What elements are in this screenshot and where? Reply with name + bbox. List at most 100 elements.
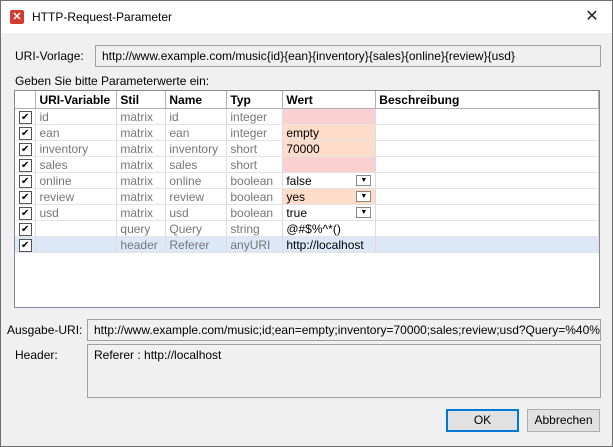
checkbox[interactable]: ✔ <box>18 174 32 188</box>
cell-style: matrix <box>116 140 167 157</box>
cell-description[interactable] <box>375 220 599 237</box>
value-text: false <box>286 173 312 188</box>
params-prompt: Geben Sie bitte Parameterwerte ein: <box>15 74 210 88</box>
header-row: URI-Variable Stil Name Typ Wert Beschrei… <box>15 91 599 109</box>
cell-uri-variable: sales <box>35 156 118 173</box>
dropdown-arrow-icon[interactable]: ▼ <box>356 207 372 218</box>
cell-uri-variable: inventory <box>35 140 118 157</box>
cell-name: sales <box>165 156 228 173</box>
cell-uri-variable: online <box>35 172 118 189</box>
cell-style: matrix <box>116 156 167 173</box>
cell-name: review <box>165 188 228 205</box>
cell-description[interactable] <box>375 108 599 125</box>
row-checkbox-cell[interactable]: ✔ <box>15 108 37 125</box>
col-header-check <box>15 91 37 109</box>
col-header-uri-variable[interactable]: URI-Variable <box>35 91 118 109</box>
table-row[interactable]: ✔ query Query string @#$%^*() <box>15 220 599 237</box>
parameter-grid[interactable]: URI-Variable Stil Name Typ Wert Beschrei… <box>14 90 600 308</box>
checkbox[interactable]: ✔ <box>18 222 32 236</box>
col-header-type[interactable]: Typ <box>226 91 284 109</box>
col-header-value[interactable]: Wert <box>282 91 377 109</box>
row-checkbox-cell[interactable]: ✔ <box>15 220 37 237</box>
table-row[interactable]: ✔ usd matrix usd boolean true ▼ <box>15 204 599 221</box>
cell-type: boolean <box>226 188 284 205</box>
cell-uri-variable: ean <box>35 124 118 141</box>
parameter-table: URI-Variable Stil Name Typ Wert Beschrei… <box>15 91 599 253</box>
table-row[interactable]: ✔ inventory matrix inventory short 70000 <box>15 140 599 157</box>
cell-type: anyURI <box>226 236 284 253</box>
cell-uri-variable: usd <box>35 204 118 221</box>
cell-description[interactable] <box>375 188 599 205</box>
cell-value[interactable]: 70000 <box>282 140 377 157</box>
cell-style: matrix <box>116 124 167 141</box>
table-row[interactable]: ✔ ean matrix ean integer empty <box>15 124 599 141</box>
checkbox[interactable]: ✔ <box>18 190 32 204</box>
cell-description[interactable] <box>375 204 599 221</box>
cell-style: matrix <box>116 204 167 221</box>
app-icon: ✕ <box>10 10 24 24</box>
header-label: Header: <box>15 348 58 362</box>
checkbox[interactable]: ✔ <box>18 126 32 140</box>
cell-description[interactable] <box>375 140 599 157</box>
row-checkbox-cell[interactable]: ✔ <box>15 236 37 253</box>
checkbox[interactable]: ✔ <box>18 142 32 156</box>
cell-description[interactable] <box>375 236 599 253</box>
ok-button[interactable]: OK <box>446 409 519 432</box>
col-header-style[interactable]: Stil <box>116 91 167 109</box>
output-uri-field[interactable]: http://www.example.com/music;id;ean=empt… <box>87 319 601 341</box>
output-uri-label: Ausgabe-URI: <box>7 323 83 337</box>
cell-type: short <box>226 156 284 173</box>
cell-type: integer <box>226 108 284 125</box>
table-row[interactable]: ✔ review matrix review boolean yes ▼ <box>15 188 599 205</box>
header-field[interactable]: Referer : http://localhost <box>87 344 601 398</box>
table-row[interactable]: ✔ id matrix id integer <box>15 108 599 125</box>
cell-value[interactable]: false ▼ <box>282 172 377 189</box>
cancel-button[interactable]: Abbrechen <box>527 409 600 432</box>
cell-type: short <box>226 140 284 157</box>
cell-style: header <box>116 236 167 253</box>
cell-value[interactable]: http://localhost <box>282 236 377 253</box>
cell-value[interactable] <box>282 108 377 125</box>
checkbox[interactable]: ✔ <box>18 158 32 172</box>
col-header-name[interactable]: Name <box>165 91 228 109</box>
cell-name: Referer <box>165 236 228 253</box>
col-header-description[interactable]: Beschreibung <box>375 91 599 109</box>
row-checkbox-cell[interactable]: ✔ <box>15 156 37 173</box>
cell-type: integer <box>226 124 284 141</box>
value-text: empty <box>286 125 320 140</box>
checkbox[interactable]: ✔ <box>18 110 32 124</box>
cell-style: matrix <box>116 172 167 189</box>
uri-template-field[interactable]: http://www.example.com/music{id}{ean}{in… <box>95 45 601 67</box>
table-row[interactable]: ✔ online matrix online boolean false ▼ <box>15 172 599 189</box>
cell-description[interactable] <box>375 124 599 141</box>
row-checkbox-cell[interactable]: ✔ <box>15 188 37 205</box>
table-row[interactable]: ✔ sales matrix sales short <box>15 156 599 173</box>
cell-value[interactable]: @#$%^*() <box>282 220 377 237</box>
window-title: HTTP-Request-Parameter <box>32 10 173 24</box>
cell-name: inventory <box>165 140 228 157</box>
cell-description[interactable] <box>375 172 599 189</box>
cell-name: ean <box>165 124 228 141</box>
row-checkbox-cell[interactable]: ✔ <box>15 124 37 141</box>
dropdown-arrow-icon[interactable]: ▼ <box>356 191 372 202</box>
row-checkbox-cell[interactable]: ✔ <box>15 140 37 157</box>
row-checkbox-cell[interactable]: ✔ <box>15 172 37 189</box>
cell-value[interactable]: yes ▼ <box>282 188 377 205</box>
value-text: 70000 <box>286 141 320 156</box>
cell-uri-variable: id <box>35 108 118 125</box>
dialog-window: ✕ HTTP-Request-Parameter ✕ URI-Vorlage: … <box>0 0 613 447</box>
row-checkbox-cell[interactable]: ✔ <box>15 204 37 221</box>
cell-description[interactable] <box>375 156 599 173</box>
cell-value[interactable] <box>282 156 377 173</box>
value-text: http://localhost <box>286 237 364 252</box>
checkbox[interactable]: ✔ <box>18 238 32 252</box>
checkbox[interactable]: ✔ <box>18 206 32 220</box>
table-row[interactable]: ✔ header Referer anyURI http://localhost <box>15 236 599 253</box>
cell-value[interactable]: true ▼ <box>282 204 377 221</box>
cell-value[interactable]: empty <box>282 124 377 141</box>
close-button[interactable]: ✕ <box>572 1 612 33</box>
value-text: @#$%^*() <box>286 221 341 236</box>
cell-type: boolean <box>226 204 284 221</box>
cell-style: query <box>116 220 167 237</box>
dropdown-arrow-icon[interactable]: ▼ <box>356 175 372 186</box>
